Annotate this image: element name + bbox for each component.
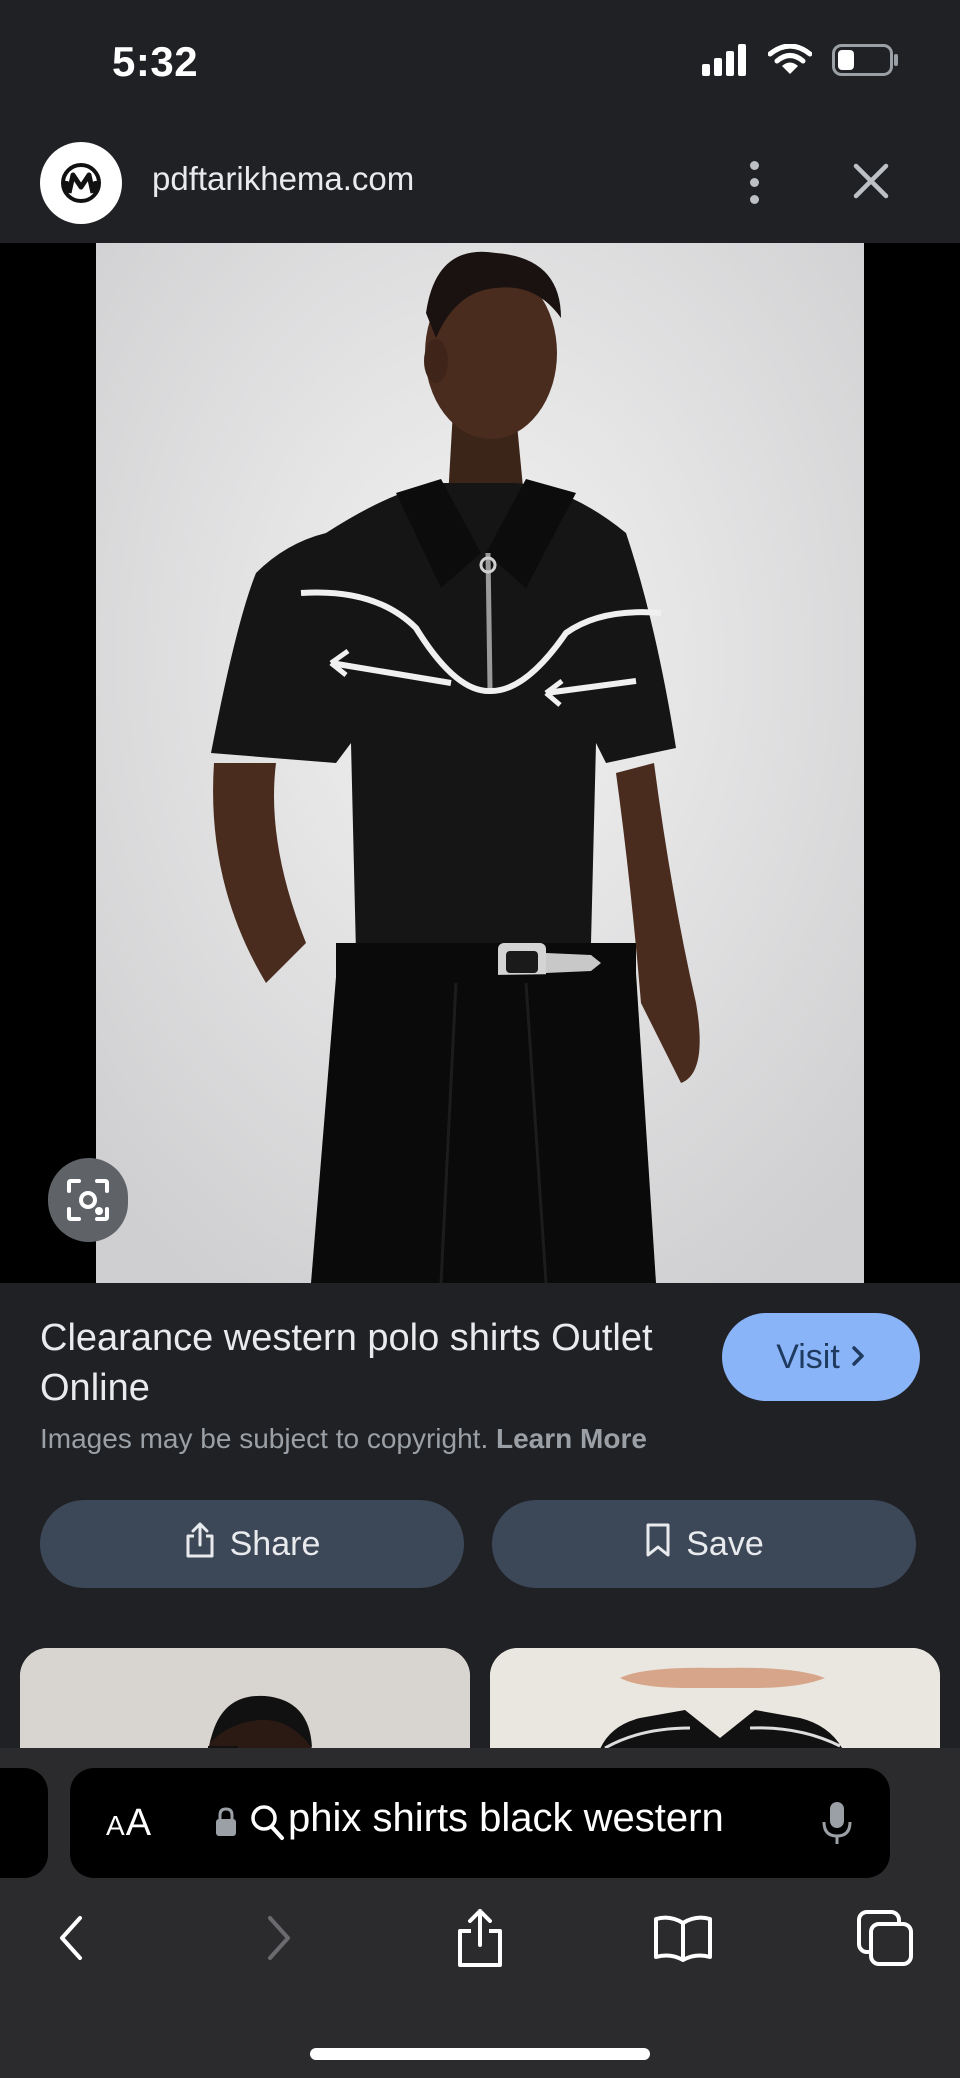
share-icon[interactable] — [445, 1903, 515, 1973]
share-button[interactable]: Share — [40, 1500, 464, 1588]
address-bar[interactable]: AA phix shirts black western — [70, 1768, 890, 1878]
microphone-icon[interactable] — [820, 1800, 854, 1851]
back-icon[interactable] — [37, 1903, 107, 1973]
url-text[interactable]: phix shirts black western — [288, 1796, 724, 1841]
forward-icon[interactable] — [243, 1903, 313, 1973]
more-vert-icon[interactable] — [740, 152, 768, 212]
image-viewer — [0, 243, 960, 1283]
share-icon — [184, 1521, 216, 1568]
wifi-icon — [767, 43, 813, 81]
bookmark-icon — [644, 1522, 672, 1567]
site-domain[interactable]: pdftarikhema.com — [152, 160, 414, 198]
status-bar: 5:32 — [0, 0, 960, 130]
visit-label: Visit — [776, 1337, 840, 1376]
chevron-right-icon — [850, 1338, 866, 1377]
close-icon[interactable] — [848, 158, 894, 204]
battery-icon — [832, 44, 898, 81]
lock-icon — [214, 1806, 238, 1843]
signal-icon — [702, 44, 748, 81]
visit-button[interactable]: Visit — [722, 1313, 920, 1401]
save-button[interactable]: Save — [492, 1500, 916, 1588]
save-label: Save — [686, 1524, 764, 1563]
browser-toolbar: AA phix shirts black western — [0, 1748, 960, 2078]
result-info: Clearance western polo shirts Outlet Onl… — [0, 1283, 960, 1653]
home-indicator — [310, 2048, 650, 2060]
related-results — [0, 1648, 960, 1748]
product-image[interactable] — [96, 243, 864, 1283]
bookmarks-icon[interactable] — [648, 1903, 718, 1973]
copyright-text: Images may be subject to copyright. — [40, 1423, 489, 1454]
status-time: 5:32 — [112, 38, 199, 85]
status-icons — [702, 43, 898, 81]
tabs-icon[interactable] — [851, 1903, 921, 1973]
learn-more-link[interactable]: Learn More — [496, 1423, 647, 1454]
related-thumbnail[interactable] — [490, 1648, 940, 1748]
lens-icon[interactable] — [48, 1158, 128, 1242]
search-icon — [250, 1804, 286, 1847]
result-title[interactable]: Clearance western polo shirts Outlet Onl… — [40, 1313, 680, 1413]
share-label: Share — [229, 1524, 321, 1563]
reader-settings-button[interactable]: AA — [106, 1802, 152, 1845]
site-logo-icon[interactable] — [40, 142, 122, 224]
site-header: pdftarikhema.com — [0, 130, 960, 243]
previous-tab-stub[interactable] — [0, 1768, 48, 1878]
related-thumbnail[interactable] — [20, 1648, 470, 1748]
copyright-notice: Images may be subject to copyright. Lear… — [40, 1423, 647, 1455]
